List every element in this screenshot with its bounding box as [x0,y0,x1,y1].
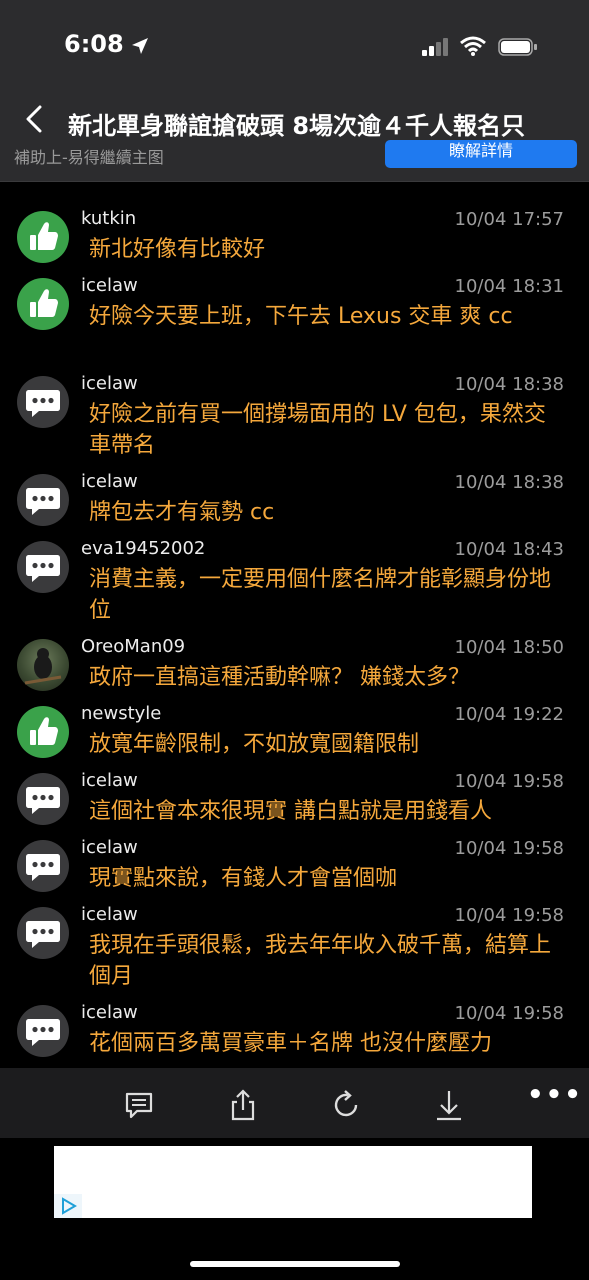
comment-text: 好險之前有買一個撐場面用的 LV 包包，果然交車帶名 [89,402,546,458]
user-photo-avatar[interactable] [17,639,69,691]
home-indicator [190,1261,400,1267]
comment-icon[interactable] [122,1088,156,1122]
comment-timestamp: 10/04 17:57 [454,209,564,230]
chat-bubble-avatar-icon[interactable] [17,376,69,428]
thumbs-up-avatar-icon[interactable] [17,278,69,330]
navigation-bar: 新北單身聯誼搶破頭 8場次逾４千人報名只 補助上-易得繼續主图 瞭解詳情 [0,92,589,182]
chat-bubble-avatar-icon[interactable] [17,474,69,526]
comment-timestamp: 10/04 18:31 [454,276,564,297]
bottom-toolbar [0,1068,589,1138]
refresh-icon[interactable] [329,1088,363,1122]
comment-item: icelaw 10/04 18:38 牌包去才有氣勢 cc [0,453,589,526]
comment-text: 花個兩百多萬買豪車＋名牌 也沒什麼壓力 [89,1031,492,1056]
header-divider [0,181,589,182]
battery-icon [498,38,537,56]
comment-item: newstyle 10/04 19:22 放寬年齡限制，不如放寬國籍限制 [0,685,589,758]
thumbs-up-avatar-icon[interactable] [17,211,69,263]
comment-timestamp: 10/04 19:22 [454,704,564,725]
comment-timestamp: 10/04 18:50 [454,637,564,658]
thumbs-up-avatar-icon[interactable] [17,706,69,758]
comment-item: icelaw 10/04 18:31 好險今天要上班，下午去 Lexus 交車 爽 … [0,257,589,355]
comment-username[interactable]: icelaw [81,837,138,858]
chat-bubble-avatar-icon[interactable] [17,541,69,593]
download-icon[interactable] [432,1088,466,1122]
wifi-icon [460,36,486,56]
ad-partial-text: 補助上-易得繼續主图 [14,148,164,167]
comment-item: icelaw 10/04 19:58 這個社會本來很現實 講白點就是用錢看人 [0,752,589,825]
comment-list: kutkin 10/04 17:57 新北好像有比較好 icelaw 10/04 18:… [0,190,589,1057]
comment-item: icelaw 10/04 18:38 好險之前有買一個撐場面用的 LV 包包，果然交… [0,355,589,458]
comment-item: icelaw 10/04 19:58 花個兩百多萬買豪車＋名牌 也沒什麼壓力 [0,984,589,1057]
chat-bubble-avatar-icon[interactable] [17,840,69,892]
banner-ad[interactable] [54,1146,532,1218]
comment-text: 消費主義，一定要用個什麼名牌才能彰顯身份地位 [89,567,552,623]
comment-item: icelaw 10/04 19:58 我現在手頭很鬆，我去年年收入破千萬，結算上個月 [0,886,589,989]
comment-item: eva19452002 10/04 18:43 消費主義，一定要用個什麼名牌才能彰顯… [0,520,589,623]
comment-username[interactable]: icelaw [81,373,138,394]
comment-username[interactable]: icelaw [81,770,138,791]
comment-timestamp: 10/04 19:58 [454,838,564,859]
chat-bubble-avatar-icon[interactable] [17,1005,69,1057]
more-icon[interactable]: ••• [527,1080,583,1110]
signal-icon [422,38,448,56]
comment-username[interactable]: eva19452002 [81,538,205,559]
comment-timestamp: 10/04 18:38 [454,472,564,493]
status-time: 6:08 [64,30,124,58]
chat-bubble-avatar-icon[interactable] [17,773,69,825]
comment-username[interactable]: OreoMan09 [81,636,185,657]
comment-username[interactable]: kutkin [81,208,136,229]
comment-timestamp: 10/04 19:58 [454,1003,564,1024]
location-arrow-icon [132,38,148,54]
comment-text: 我現在手頭很鬆，我去年年收入破千萬，結算上個月 [89,933,552,989]
comment-timestamp: 10/04 18:43 [454,539,564,560]
page-title: 新北單身聯誼搶破頭 8場次逾４千人報名只 [68,112,526,140]
comment-item: OreoMan09 10/04 18:50 政府一直搞這種活動幹嘛？ 嫌錢太多？ [0,618,589,691]
adchoices-icon[interactable] [54,1194,82,1218]
comment-username[interactable]: newstyle [81,703,161,724]
comment-timestamp: 10/04 19:58 [454,905,564,926]
status-bar: 6:08 [0,0,589,92]
comment-timestamp: 10/04 18:38 [454,374,564,395]
comment-username[interactable]: icelaw [81,275,138,296]
comment-username[interactable]: icelaw [81,1002,138,1023]
comment-timestamp: 10/04 19:58 [454,771,564,792]
ad-learn-more-button[interactable]: 瞭解詳情 [385,140,577,168]
comment-username[interactable]: icelaw [81,904,138,925]
chat-bubble-avatar-icon[interactable] [17,907,69,959]
back-chevron-icon[interactable] [20,104,50,134]
comment-username[interactable]: icelaw [81,471,138,492]
comment-item: kutkin 10/04 17:57 新北好像有比較好 [0,190,589,263]
comment-item: icelaw 10/04 19:58 現實點來說，有錢人才會當個咖 [0,819,589,892]
comment-text: 好險今天要上班，下午去 Lexus 交車 爽 cc [89,304,513,329]
share-icon[interactable] [226,1088,260,1122]
